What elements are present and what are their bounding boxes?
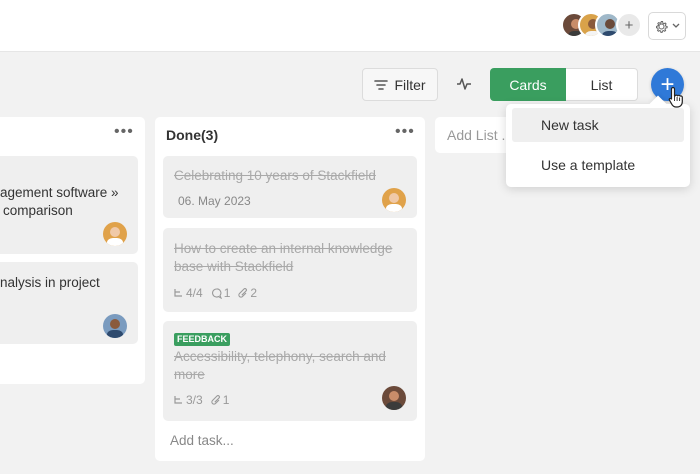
add-task-link[interactable]: Add task... bbox=[170, 433, 234, 448]
task-title: agement software » comparison bbox=[0, 185, 119, 218]
feedback-badge: FEEDBACK bbox=[174, 333, 231, 346]
task-meta: 3/3 1 bbox=[174, 393, 229, 407]
column-title: Done(3) bbox=[166, 127, 219, 143]
attachment-icon bbox=[238, 287, 248, 298]
task-title: Celebrating 10 years of Stackfield bbox=[174, 168, 376, 183]
task-card[interactable]: nalysis in project bbox=[0, 262, 138, 344]
task-title: nalysis in project bbox=[0, 275, 100, 290]
filter-button[interactable]: Filter bbox=[362, 68, 438, 101]
task-title: Accessibility, telephony, search and mor… bbox=[174, 349, 386, 382]
comments-count: 1 bbox=[211, 286, 230, 300]
task-meta: 4/4 1 2 bbox=[174, 286, 257, 300]
add-menu: New task Use a template bbox=[506, 104, 690, 187]
due-date: 06. May 2023 bbox=[178, 194, 251, 208]
settings-button[interactable] bbox=[648, 12, 686, 40]
subtask-icon bbox=[174, 289, 182, 297]
task-title: How to create an internal knowledge base… bbox=[174, 241, 393, 274]
add-list-button[interactable]: Add List ... bbox=[435, 117, 515, 153]
more-icon[interactable]: ••• bbox=[395, 124, 415, 140]
avatar bbox=[382, 188, 406, 212]
avatar bbox=[382, 386, 406, 410]
subtasks-count: 3/3 bbox=[174, 393, 203, 407]
attachments-count: 1 bbox=[211, 393, 229, 407]
view-list-button[interactable]: List bbox=[566, 68, 638, 101]
plus-icon: + bbox=[624, 16, 634, 34]
hand-cursor-icon bbox=[668, 86, 683, 108]
subtask-icon bbox=[174, 396, 182, 404]
filter-icon bbox=[374, 79, 389, 90]
gear-icon bbox=[656, 20, 668, 33]
activity-icon bbox=[457, 78, 471, 90]
task-card[interactable]: How to create an internal knowledge base… bbox=[163, 228, 417, 312]
top-bar: + bbox=[0, 0, 700, 52]
view-toggle: Cards List bbox=[490, 68, 638, 101]
attachments-count: 2 bbox=[238, 286, 257, 300]
menu-item-new-task[interactable]: New task bbox=[512, 108, 684, 142]
more-icon[interactable]: ••• bbox=[114, 124, 134, 140]
menu-item-use-template[interactable]: Use a template bbox=[512, 148, 684, 182]
filter-label: Filter bbox=[394, 76, 426, 93]
add-list-label: Add List ... bbox=[447, 127, 514, 143]
activity-button[interactable] bbox=[452, 72, 476, 96]
task-card[interactable]: Celebrating 10 years of Stackfield 06. M… bbox=[163, 156, 417, 218]
subtasks-count: 4/4 bbox=[174, 286, 203, 300]
task-card[interactable]: agement software » comparison bbox=[0, 156, 138, 254]
avatar bbox=[103, 222, 127, 246]
comment-icon bbox=[211, 287, 222, 299]
add-member-button[interactable]: + bbox=[616, 12, 642, 38]
chevron-down-icon bbox=[672, 23, 680, 28]
avatar bbox=[103, 314, 127, 338]
attachment-icon bbox=[211, 394, 220, 405]
view-cards-button[interactable]: Cards bbox=[490, 68, 566, 101]
